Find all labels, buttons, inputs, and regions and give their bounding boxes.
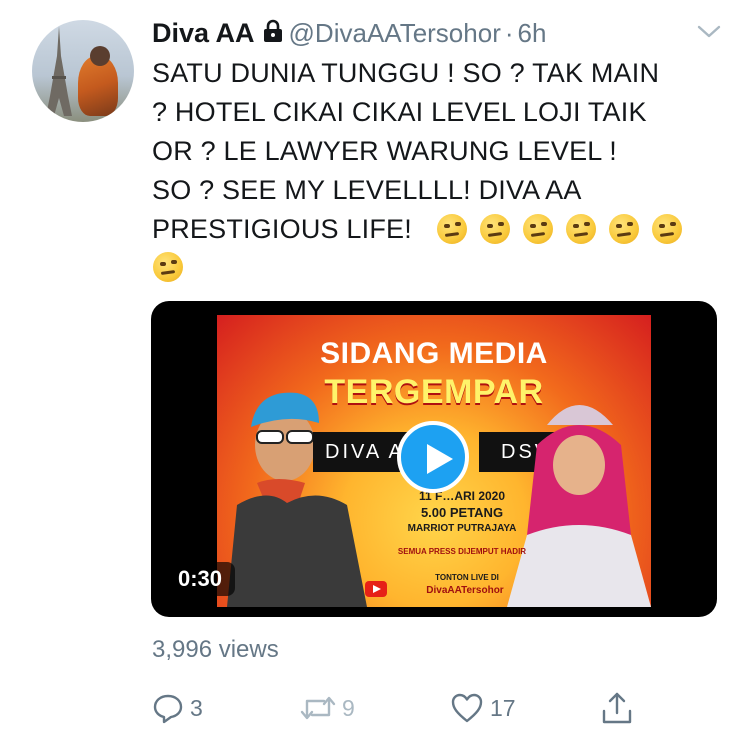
raised-eyebrow-emoji [609, 214, 639, 244]
tweet-time[interactable]: 6h [518, 18, 547, 49]
poster-watch-label: TONTON LIVE DI [435, 573, 499, 582]
retweet-count: 9 [342, 694, 355, 721]
eiffel-tower-image [46, 26, 72, 116]
heart-icon [451, 693, 483, 723]
poster-channel: DivaAATersohor [426, 585, 504, 596]
view-count[interactable]: 3,996 views [152, 636, 279, 664]
reply-count: 3 [190, 694, 203, 721]
poster-time: 5.00 PETANG [420, 505, 504, 520]
raised-eyebrow-emoji [480, 214, 510, 244]
retweet-icon [300, 696, 336, 720]
raised-eyebrow-emoji [437, 214, 467, 244]
man-figure-image [227, 392, 367, 607]
lock-icon [263, 19, 283, 48]
chevron-down-icon[interactable] [696, 23, 722, 46]
like-button[interactable]: 17 [450, 690, 516, 726]
header-separator: · [504, 17, 514, 48]
raised-eyebrow-emoji [566, 214, 596, 244]
share-icon [602, 692, 632, 724]
youtube-icon [365, 581, 387, 597]
emoji-row [152, 210, 712, 290]
tweet-header: Diva AA @DivaAATersohor · 6h [152, 14, 722, 52]
author-name[interactable]: Diva AA [152, 18, 255, 49]
avatar-person-head [90, 46, 110, 66]
author-handle[interactable]: @DivaAATersohor [289, 18, 501, 49]
poster-title: SIDANG MEDIA [320, 337, 548, 370]
poster-note: SEMUA PRESS DIJEMPUT HADIR [397, 547, 527, 556]
video-player[interactable]: SIDANG MEDIA TERGEMPAR DIVA A DSV 11 F…A… [151, 301, 717, 617]
action-bar: 3 9 17 [150, 690, 640, 726]
play-button[interactable] [397, 421, 469, 493]
poster-venue: MARRIOT PUTRAJAYA [407, 523, 517, 534]
raised-eyebrow-emoji [652, 214, 682, 244]
poster-date: 11 F…ARI 2020 [418, 489, 506, 503]
like-count: 17 [490, 694, 516, 721]
share-button[interactable] [600, 690, 634, 726]
raised-eyebrow-emoji [153, 252, 183, 282]
raised-eyebrow-emoji [523, 214, 553, 244]
retweet-button[interactable]: 9 [300, 690, 355, 726]
avatar[interactable] [32, 20, 134, 122]
reply-icon [153, 694, 183, 724]
video-duration: 0:30 [165, 562, 236, 596]
reply-button[interactable]: 3 [152, 690, 203, 726]
